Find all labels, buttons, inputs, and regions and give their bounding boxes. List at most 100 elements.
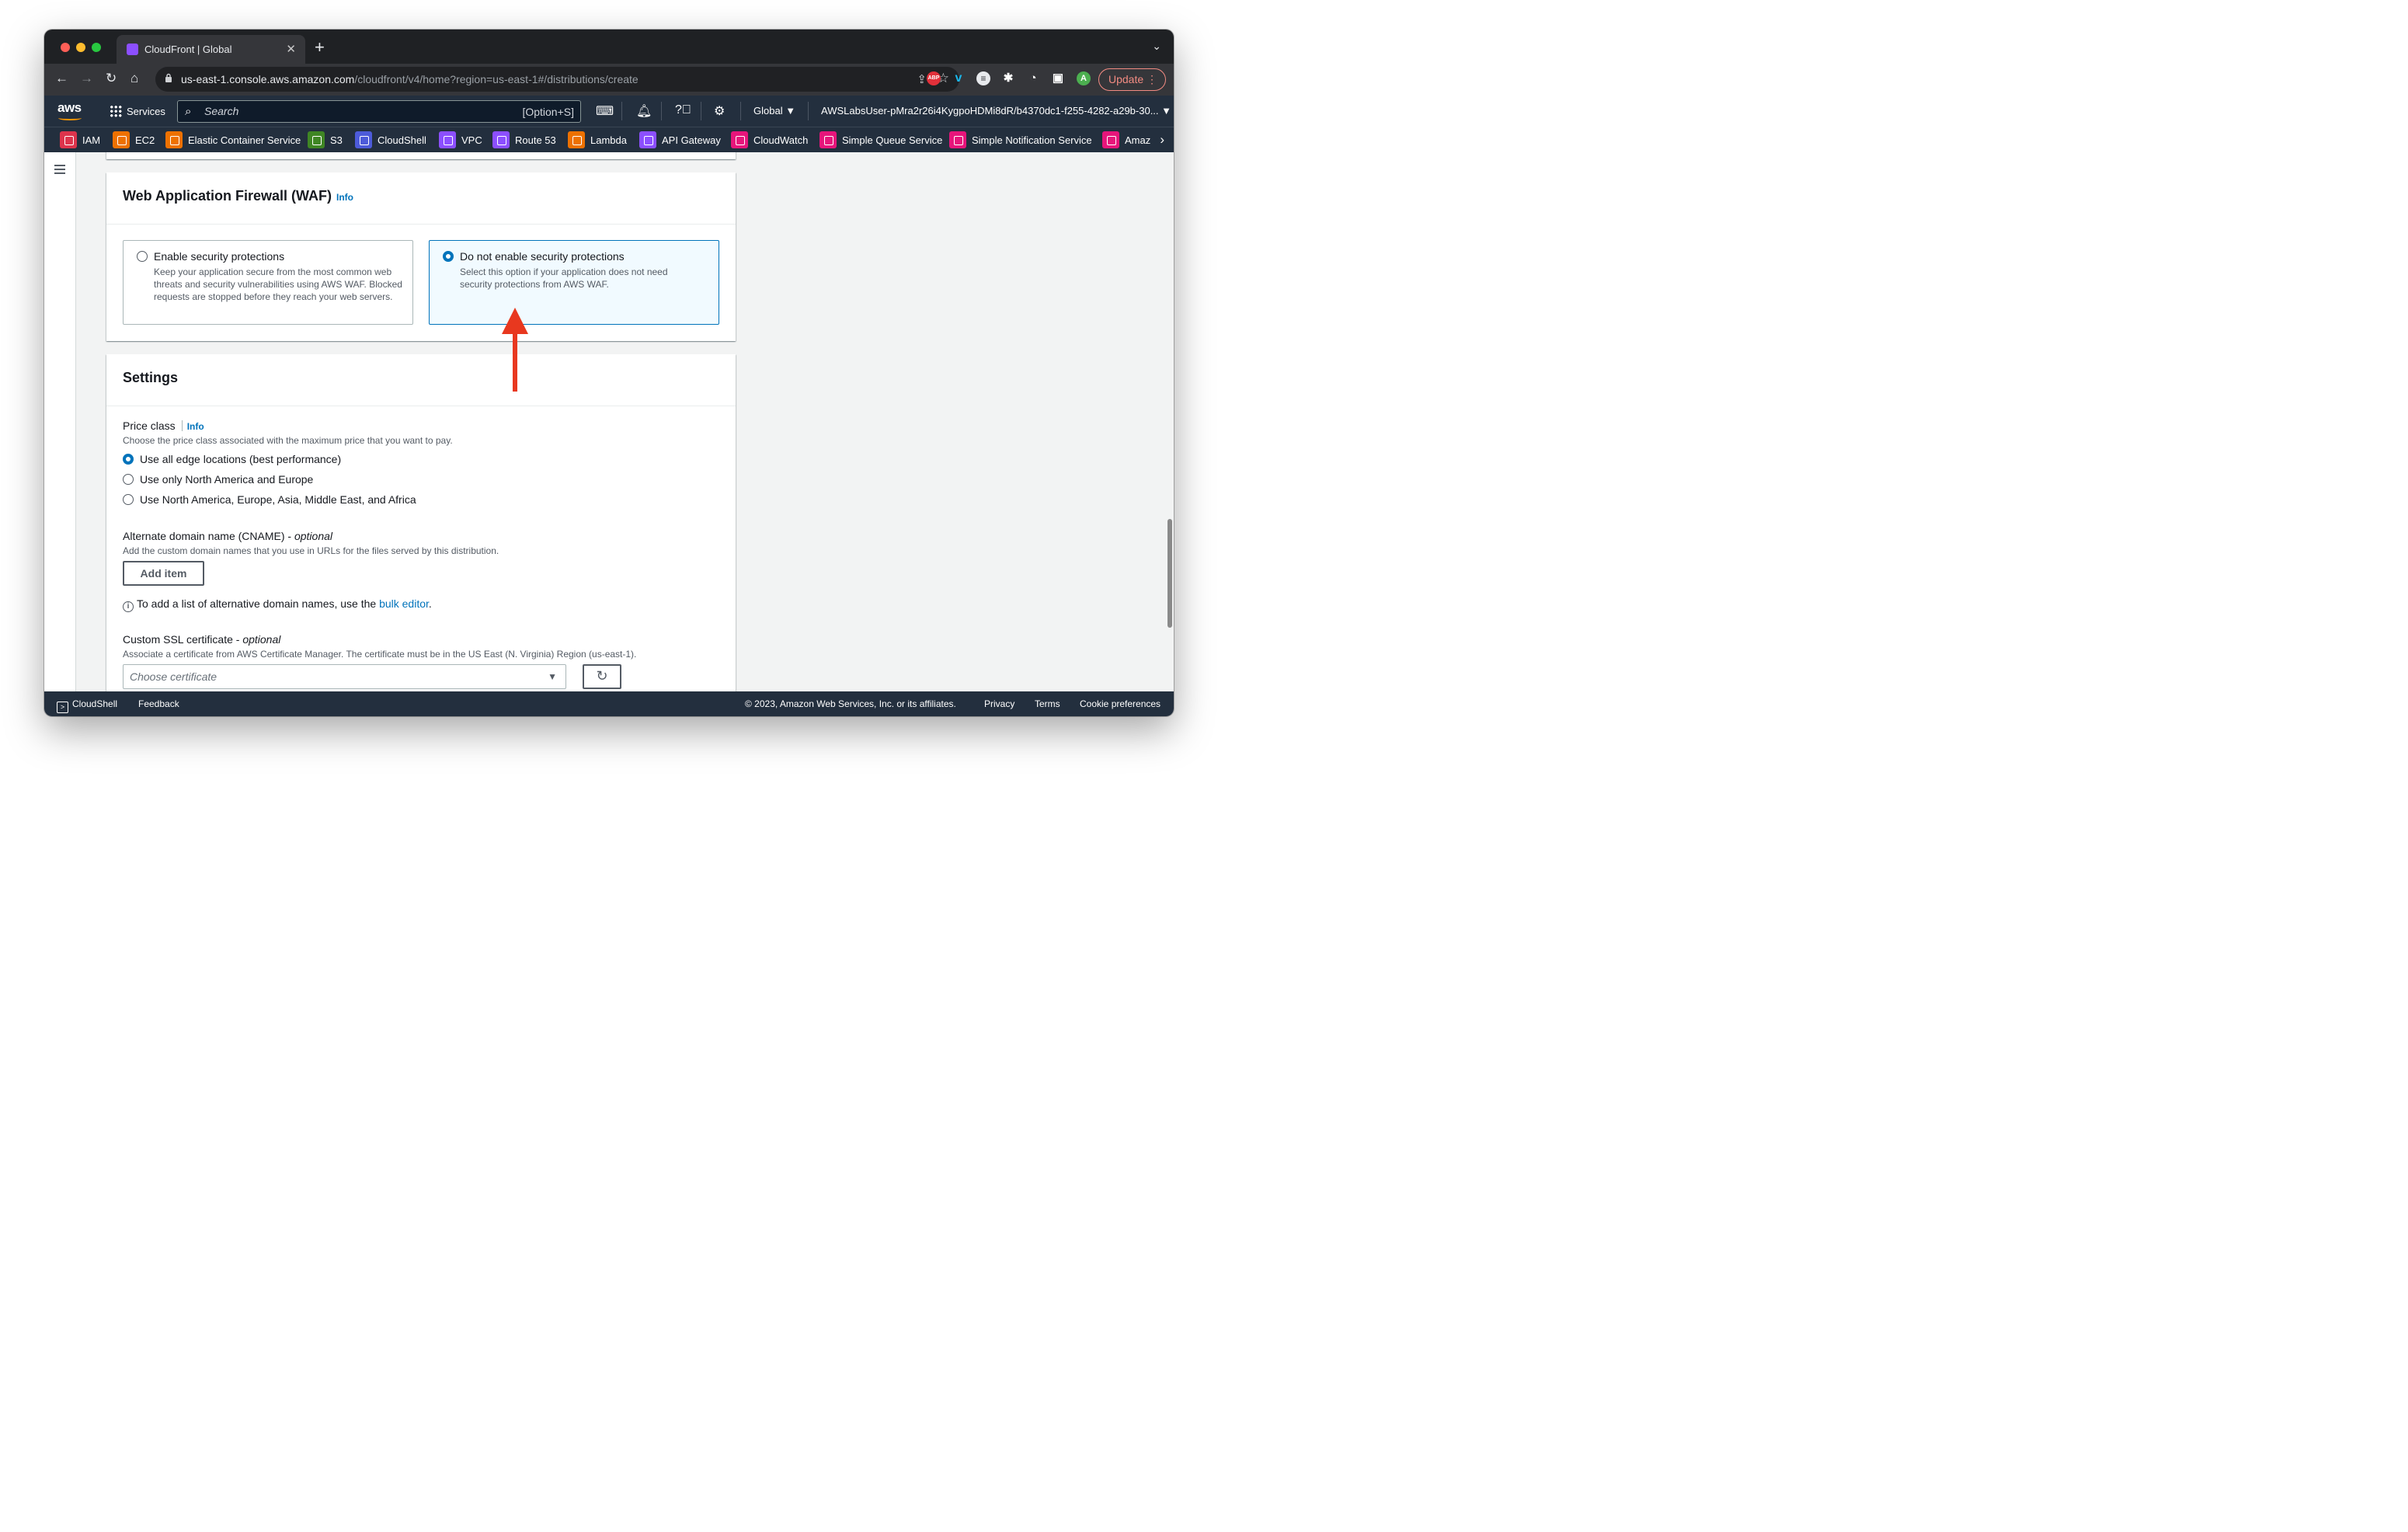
cloudshell-icon[interactable]: ⌨: [596, 103, 614, 119]
notifications-bell-icon[interactable]: 🔔︎: [636, 103, 652, 119]
favorite-label: Simple Queue Service: [842, 134, 943, 146]
waf-info-link[interactable]: Info: [336, 192, 353, 203]
add-item-button[interactable]: Add item: [123, 561, 204, 586]
favorite-api-gateway[interactable]: API Gateway: [639, 131, 721, 148]
price-class-description: Choose the price class associated with t…: [123, 435, 453, 446]
price-option-radio[interactable]: [123, 494, 134, 505]
adblock-extension-icon[interactable]: ABP: [927, 71, 941, 85]
performance-icon[interactable]: ◔: [1026, 71, 1040, 85]
side-panel-icon[interactable]: ▣: [1051, 71, 1065, 85]
api-gateway-icon: [639, 131, 656, 148]
price-option-na-eu-asia[interactable]: Use North America, Europe, Asia, Middle …: [123, 493, 416, 506]
cname-label-text: Alternate domain name (CNAME) -: [123, 530, 294, 542]
footer-feedback[interactable]: Feedback: [138, 698, 179, 709]
favorite-ecs[interactable]: Elastic Container Service: [165, 131, 301, 148]
extensions-puzzle-icon[interactable]: ✱: [1001, 71, 1015, 85]
favorite-lambda[interactable]: Lambda: [568, 131, 627, 148]
bulk-editor-link[interactable]: bulk editor: [379, 597, 429, 610]
enable-security-tile[interactable]: Enable security protections Keep your ap…: [123, 240, 413, 325]
favorite-sqs[interactable]: Simple Queue Service: [819, 131, 942, 148]
back-arrow-icon[interactable]: ←: [55, 71, 68, 86]
divider: [661, 102, 662, 120]
optional-tag: optional: [294, 530, 333, 542]
grid-icon: [110, 105, 122, 117]
caret-down-icon: ▼: [548, 671, 557, 682]
home-icon[interactable]: ⌂: [130, 71, 138, 86]
favorite-ec2[interactable]: EC2: [113, 131, 155, 148]
favorite-label: VPC: [461, 134, 482, 146]
aws-smile-icon: [58, 116, 82, 120]
scrollbar-thumb[interactable]: [1167, 519, 1172, 628]
waf-panel: Web Application Firewall (WAF) Info Enabl…: [106, 172, 736, 341]
favorite-s3[interactable]: S3: [308, 131, 343, 148]
favorite-cloudwatch[interactable]: CloudWatch: [731, 131, 808, 148]
tab-search-chevron-icon[interactable]: ⌄: [1152, 40, 1161, 53]
search-box[interactable]: ⌕ [Option+S]: [177, 100, 581, 123]
cloudfront-favicon-icon: [127, 44, 138, 55]
route53-icon: [492, 131, 510, 148]
side-navigation: [44, 152, 76, 691]
chevron-right-icon[interactable]: ›: [1160, 132, 1164, 148]
price-option-radio[interactable]: [123, 474, 134, 485]
sns-icon: [949, 131, 966, 148]
help-icon[interactable]: ?⃝: [675, 103, 691, 117]
reload-icon[interactable]: ↻: [106, 71, 117, 86]
close-window-button[interactable]: [61, 43, 70, 52]
update-button[interactable]: Update ⋮: [1098, 68, 1166, 91]
price-option-all[interactable]: Use all edge locations (best performance…: [123, 453, 341, 465]
hint-suffix: .: [428, 597, 432, 610]
bulk-editor-hint: i To add a list of alternative domain nam…: [123, 597, 432, 612]
disable-security-radio[interactable]: [443, 251, 454, 262]
price-option-radio[interactable]: [123, 454, 134, 465]
footer-terms[interactable]: Terms: [1035, 698, 1060, 709]
hint-text: To add a list of alternative domain name…: [137, 597, 380, 610]
account-menu[interactable]: AWSLabsUser-pMra2r26i4KygpoHDMi8dR/b4370…: [821, 105, 1171, 117]
divider: [740, 102, 741, 120]
footer-cookie-preferences[interactable]: Cookie preferences: [1080, 698, 1161, 709]
refresh-certificates-button[interactable]: ↻: [583, 664, 621, 689]
footer-cloudshell[interactable]: > CloudShell: [57, 698, 117, 713]
menu-extension-icon[interactable]: ≡: [976, 71, 990, 85]
share-icon[interactable]: ⇪: [917, 72, 927, 86]
favorite-label: CloudWatch: [753, 134, 809, 146]
settings-gear-icon[interactable]: ⚙: [714, 103, 725, 119]
region-selector[interactable]: Global ▼: [753, 105, 795, 117]
ec2-icon: [113, 131, 130, 148]
address-bar[interactable]: us-east-1.console.aws.amazon.com/cloudfr…: [155, 67, 959, 92]
profile-avatar[interactable]: A: [1077, 71, 1091, 85]
favorite-label: Simple Notification Service: [972, 134, 1092, 146]
maximize-window-button[interactable]: [92, 43, 101, 52]
browser-tab[interactable]: CloudFront | Global ✕: [117, 35, 305, 64]
minimize-window-button[interactable]: [76, 43, 85, 52]
ecs-icon: [165, 131, 183, 148]
favorite-iam[interactable]: IAM: [60, 131, 100, 148]
favorite-route53[interactable]: Route 53: [492, 131, 556, 148]
footer-privacy[interactable]: Privacy: [984, 698, 1014, 709]
close-tab-icon[interactable]: ✕: [286, 42, 296, 56]
enable-security-radio[interactable]: [137, 251, 148, 262]
services-menu[interactable]: Services: [110, 105, 165, 117]
amazon-service-icon: [1102, 131, 1119, 148]
favorite-amazon[interactable]: Amazo: [1102, 131, 1150, 148]
hamburger-menu-icon[interactable]: [54, 165, 65, 174]
price-class-field: Price class Info Choose the price class a…: [123, 420, 453, 446]
certificate-select[interactable]: Choose certificate ▼: [123, 664, 566, 689]
vimeo-extension-icon[interactable]: v: [952, 71, 966, 85]
price-option-label: Use all edge locations (best performance…: [140, 453, 342, 465]
favorite-sns[interactable]: Simple Notification Service: [949, 131, 1092, 148]
aws-logo[interactable]: aws: [57, 100, 82, 120]
price-option-na-eu[interactable]: Use only North America and Europe: [123, 473, 313, 486]
forward-arrow-icon[interactable]: →: [80, 71, 93, 86]
new-tab-icon[interactable]: +: [315, 37, 325, 57]
disable-security-tile[interactable]: Do not enable security protections Selec…: [429, 240, 719, 325]
search-input[interactable]: [204, 105, 437, 117]
cname-field: Alternate domain name (CNAME) - optional…: [123, 530, 499, 556]
favorite-cloudshell[interactable]: CloudShell: [355, 131, 426, 148]
price-class-label-text: Price class: [123, 420, 176, 432]
price-option-label: Use North America, Europe, Asia, Middle …: [140, 493, 416, 506]
favorite-label: Amazo: [1125, 134, 1150, 146]
services-label: Services: [127, 106, 165, 117]
favorite-vpc[interactable]: VPC: [439, 131, 482, 148]
ssl-field: Custom SSL certificate - optional Associ…: [123, 633, 636, 660]
price-class-info-link[interactable]: Info: [187, 421, 204, 432]
